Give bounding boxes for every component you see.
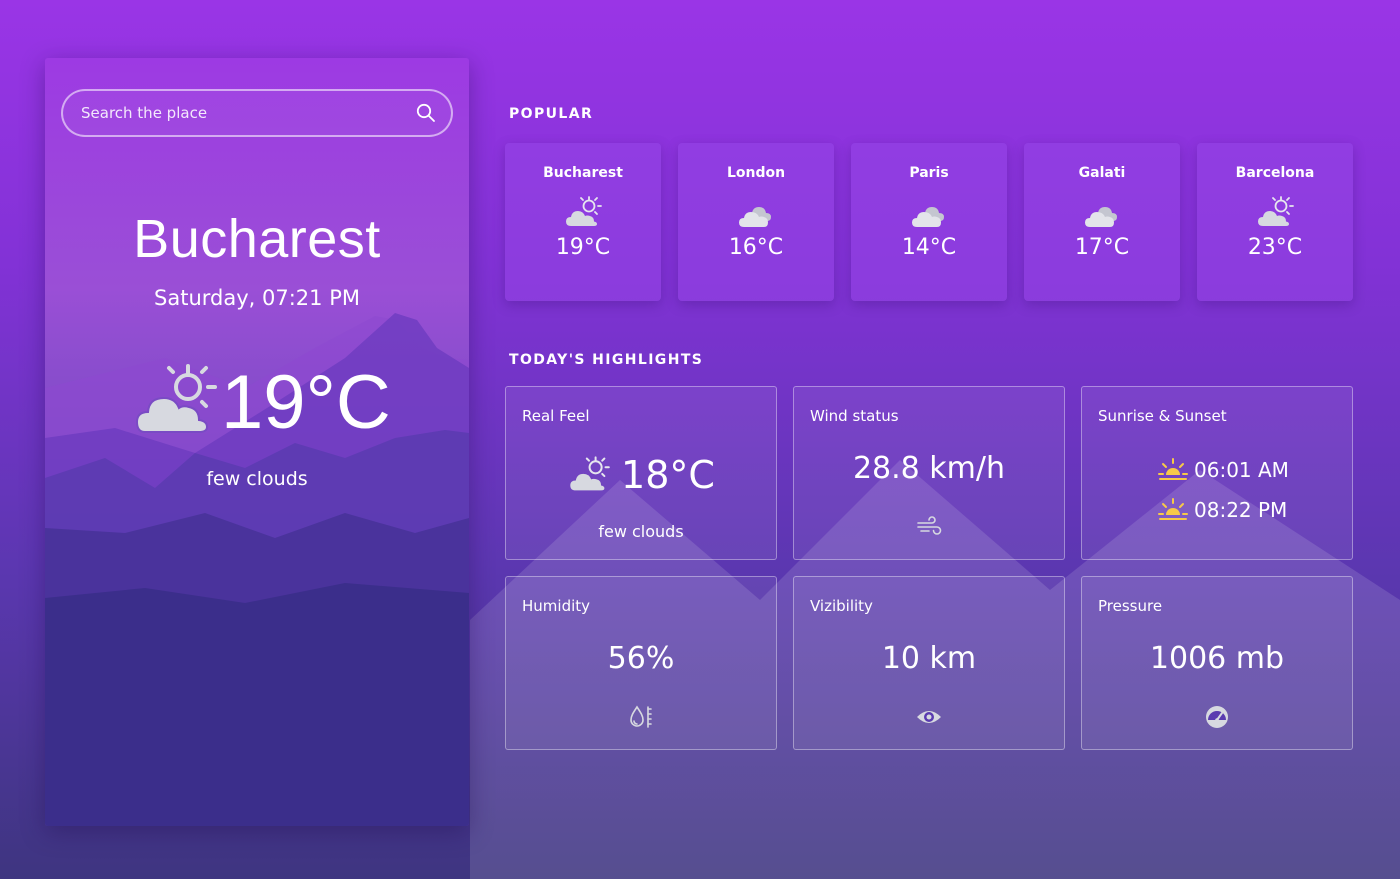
sun-cloud-icon — [1258, 196, 1294, 226]
city-name: Bucharest — [133, 209, 381, 269]
clouds-icon — [912, 207, 944, 227]
humidity-label: Humidity — [522, 597, 591, 615]
visibility-value: 10 km — [881, 641, 977, 676]
gauge-icon — [1206, 706, 1228, 728]
search-box[interactable] — [61, 89, 453, 137]
humidity-icon — [630, 705, 652, 728]
search-input[interactable] — [63, 91, 415, 135]
pressure-label: Pressure — [1098, 597, 1163, 615]
popular-city-temp: 14°C — [901, 235, 957, 260]
sunrise-sunset-card: Sunrise & Sunset 06:01 AM 08:22 PM — [1081, 386, 1353, 560]
popular-city-card[interactable]: Barcelona 23°C — [1197, 143, 1353, 301]
main-temperature-value: 19°C — [221, 360, 391, 445]
popular-city-card[interactable]: London 16°C — [678, 143, 834, 301]
popular-city-temp: 19°C — [555, 235, 611, 260]
clouds-icon — [739, 207, 771, 227]
real-feel-description: few clouds — [598, 522, 684, 541]
popular-city-name: Bucharest — [543, 165, 623, 181]
main-temperature: 19°C — [133, 358, 391, 448]
popular-city-name: London — [726, 165, 786, 181]
wind-status-card: Wind status 28.8 km/h — [793, 386, 1065, 560]
visibility-card: Vizibility 10 km — [793, 576, 1065, 750]
search-icon[interactable] — [415, 102, 437, 124]
eye-icon — [917, 711, 941, 723]
wind-status-label: Wind status — [810, 407, 899, 425]
popular-city-name: Barcelona — [1235, 165, 1315, 181]
sun-cloud-icon — [566, 196, 602, 226]
sunset-icon — [1158, 498, 1188, 520]
popular-city-card[interactable]: Paris 14°C — [851, 143, 1007, 301]
sunset-time: 08:22 PM — [1194, 498, 1288, 522]
wind-icon — [917, 516, 942, 535]
humidity-card: Humidity 56% — [505, 576, 777, 750]
humidity-value: 56% — [607, 641, 675, 676]
real-feel-value: 18°C — [621, 453, 715, 497]
popular-city-card[interactable]: Galati 17°C — [1024, 143, 1180, 301]
sun-cloud-icon — [135, 364, 217, 433]
popular-city-temp: 16°C — [728, 235, 784, 260]
popular-city-temp: 17°C — [1074, 235, 1130, 260]
popular-city-temp: 23°C — [1247, 235, 1303, 260]
clouds-icon — [1085, 207, 1117, 227]
sunrise-sunset-label: Sunrise & Sunset — [1098, 407, 1227, 425]
real-feel-card: Real Feel 18°C few clouds — [505, 386, 777, 560]
highlights-grid: Real Feel 18°C few clouds Wind status 28… — [505, 386, 1353, 750]
popular-cities: Bucharest 19°C London 16°C Paris 14°C Ga… — [505, 143, 1353, 301]
pressure-value: 1006 mb — [1149, 641, 1285, 676]
sunrise-time: 06:01 AM — [1194, 458, 1289, 482]
popular-city-name: Galati — [1078, 165, 1126, 181]
wind-status-value: 28.8 km/h — [852, 451, 1006, 486]
popular-city-name: Paris — [909, 165, 949, 181]
pressure-card: Pressure 1006 mb — [1081, 576, 1353, 750]
popular-city-card[interactable]: Bucharest 19°C — [505, 143, 661, 301]
weather-description: few clouds — [206, 468, 308, 490]
sunrise-icon — [1158, 458, 1188, 480]
sun-cloud-icon — [570, 456, 610, 491]
visibility-label: Vizibility — [810, 597, 873, 615]
real-feel-label: Real Feel — [522, 407, 590, 425]
highlights-title: TODAY'S HIGHLIGHTS — [509, 352, 704, 368]
date-time: Saturday, 07:21 PM — [154, 286, 360, 310]
current-weather-panel: Bucharest Saturday, 07:21 PM 19°C few cl… — [45, 58, 469, 826]
popular-title: POPULAR — [509, 106, 594, 122]
